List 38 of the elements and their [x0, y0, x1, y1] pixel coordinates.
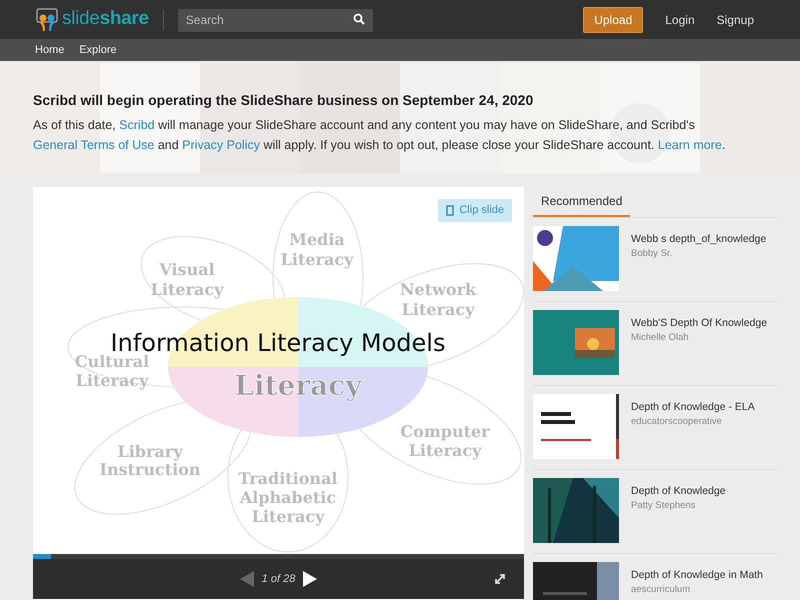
recommended-item[interactable]: Webb'S Depth Of Knowledge Michelle Olah: [533, 302, 778, 386]
diagram-label: Literacy: [234, 369, 362, 402]
diagram-label: Computer Literacy: [400, 422, 490, 460]
recommended-item[interactable]: Depth of Knowledge Patty Stephens: [533, 470, 778, 554]
diagram-label: Network Literacy: [400, 280, 476, 319]
item-author: aescurriculum: [631, 583, 692, 597]
diagram-label: Media Literacy: [280, 230, 354, 269]
item-title: Webb s depth_of_knowledge: [631, 232, 766, 247]
recommended-item[interactable]: Depth of Knowledge - ELA educatorscooperative: [533, 386, 778, 470]
diagram-label: Traditional Alphabetic Literacy: [238, 469, 338, 526]
nav-link[interactable]: Explore: [79, 42, 117, 58]
notice-text: As of this date, Scribd will manage your SlideShare account and any content you may have on SlideShare, and Scribd's General Terms of Use and Privacy Policy will apply. If you wish to opt out, please close your SlideShare account. Learn more.: [33, 117, 726, 154]
item-title: Webb'S Depth Of Knowledge: [631, 316, 768, 331]
logo-icon[interactable]: [35, 8, 59, 32]
notice-title: Scribd will begin operating the SlideShare business on September 24, 2020: [33, 91, 534, 110]
item-title: Depth of Knowledge - ELA: [631, 400, 755, 415]
search-icon[interactable]: [352, 13, 365, 25]
nav-link[interactable]: Signup: [716, 10, 754, 28]
next-icon[interactable]: [303, 571, 318, 587]
diagram-label: Visual Literacy: [150, 260, 224, 299]
logo-text[interactable]: slideshare: [62, 5, 149, 34]
search-field[interactable]: Search: [178, 8, 373, 32]
recommended-item[interactable]: Webb s depth_of_knowledge Bobby Sr.: [533, 218, 778, 302]
nav-link[interactable]: Login: [665, 10, 695, 28]
recommended-tab[interactable]: Recommended: [533, 187, 630, 217]
item-author: Patty Stephens: [631, 499, 696, 513]
nav-link[interactable]: Home: [35, 42, 64, 58]
item-title: Depth of Knowledge: [631, 484, 726, 499]
recommended-item[interactable]: Depth of Knowledge in Math aescurriculum: [533, 554, 778, 600]
item-title: Depth of Knowledge in Math: [631, 568, 763, 583]
diagram-label: Cultural Literacy: [74, 352, 150, 390]
item-author: Michelle Olah: [631, 331, 690, 345]
fullscreen-icon[interactable]: [494, 573, 506, 585]
diagram-label: Library Instruction: [99, 442, 201, 479]
item-author: educatorscooperative: [631, 415, 723, 429]
item-author: Bobby Sr.: [631, 247, 674, 261]
slide-counter: 1 of 28: [262, 572, 296, 587]
clip-icon: [446, 204, 456, 216]
